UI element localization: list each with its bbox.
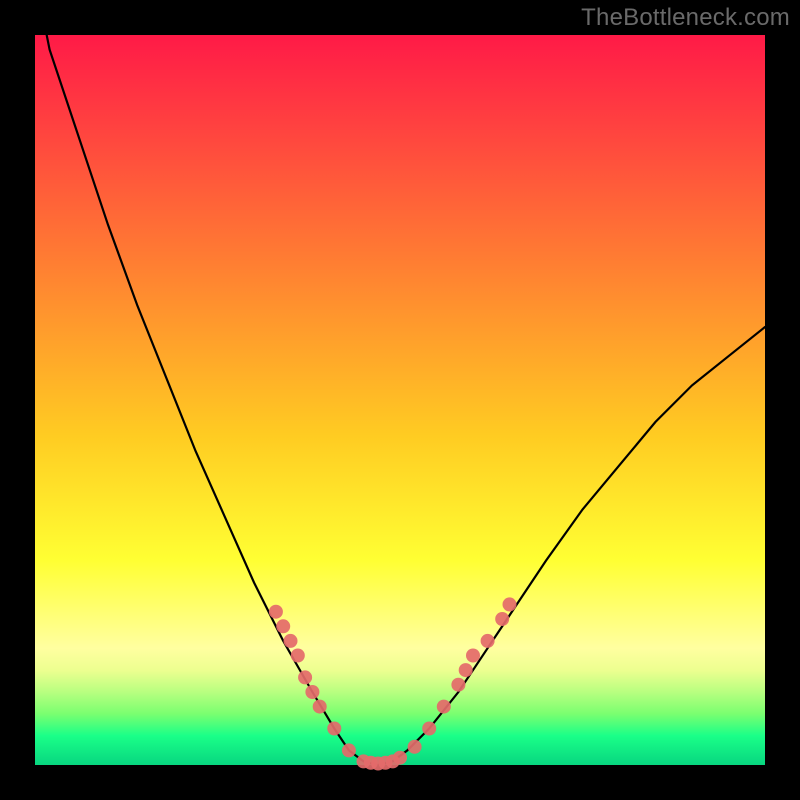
chart-frame: TheBottleneck.com: [0, 0, 800, 800]
data-point: [284, 634, 298, 648]
bottleneck-curve: [35, 0, 765, 765]
data-point: [269, 605, 283, 619]
data-point: [408, 740, 422, 754]
data-point: [466, 649, 480, 663]
data-markers: [269, 597, 517, 770]
watermark-label: TheBottleneck.com: [581, 4, 790, 32]
data-point: [481, 634, 495, 648]
curve-layer: [35, 35, 765, 765]
data-point: [342, 743, 356, 757]
data-point: [393, 751, 407, 765]
data-point: [451, 678, 465, 692]
data-point: [327, 722, 341, 736]
data-point: [495, 612, 509, 626]
data-point: [503, 597, 517, 611]
data-point: [437, 700, 451, 714]
plot-area: [35, 35, 765, 765]
data-point: [459, 663, 473, 677]
data-point: [298, 670, 312, 684]
data-point: [422, 722, 436, 736]
data-point: [313, 700, 327, 714]
data-point: [276, 619, 290, 633]
data-point: [305, 685, 319, 699]
data-point: [291, 649, 305, 663]
